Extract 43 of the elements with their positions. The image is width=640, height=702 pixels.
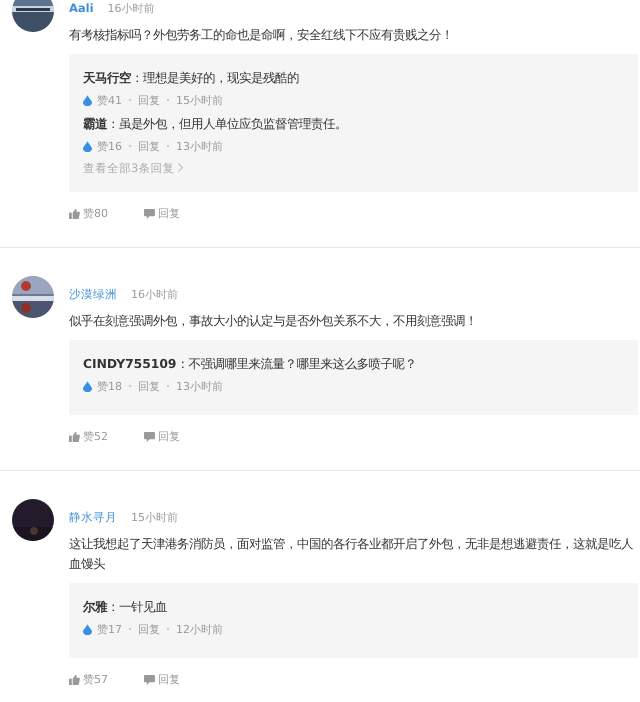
speech-bubble-icon[interactable] (144, 208, 155, 218)
view-all-replies-link[interactable]: 查看全部3条回复 (83, 161, 174, 175)
reply-link[interactable]: 回复 (158, 206, 180, 221)
comment-text: 似乎在刻意强调外包，事故大小的认定与是否外包关系不大，不用刻意强调！ (69, 313, 478, 330)
water-drop-icon (83, 380, 92, 392)
speech-bubble-icon[interactable] (144, 674, 155, 684)
thumbs-up-icon[interactable] (69, 208, 80, 218)
like-count[interactable]: 赞18 (97, 378, 122, 394)
water-drop-icon (83, 140, 92, 152)
water-drop-icon (83, 624, 92, 634)
reply-link[interactable]: 回复 (158, 429, 180, 444)
timestamp: 13小时前 (176, 378, 223, 394)
reply-text: CINDY755109：不强调哪里来流量？哪里来这么多喷子呢？ (83, 356, 418, 373)
like-count[interactable]: 赞16 (97, 138, 122, 154)
timestamp: 16小时前 (108, 1, 155, 16)
reply-text: 霸道：虽是外包，但用人单位应负监督管理责任。 (83, 116, 348, 133)
reply-link[interactable]: 回复 (138, 138, 160, 154)
reply-text: 尔雅：一针见血 (83, 599, 168, 616)
timestamp: 15小时前 (176, 92, 223, 108)
speech-bubble-icon[interactable] (144, 432, 155, 442)
thumbs-up-icon[interactable] (69, 432, 80, 442)
user-name[interactable]: 静水寻月 (69, 510, 117, 525)
reply-text: 天马行空：理想是美好的，现实是残酷的 (83, 70, 300, 87)
timestamp: 12小时前 (176, 622, 223, 636)
reply-link[interactable]: 回复 (158, 672, 180, 687)
like-count[interactable]: 赞80 (83, 206, 108, 221)
timestamp: 13小时前 (176, 138, 223, 154)
chevron-right-icon (178, 163, 183, 172)
user-name[interactable]: Aali (69, 1, 94, 15)
like-count[interactable]: 赞57 (83, 672, 108, 687)
comment-text: 这让我想起了天津港务消防员，面对监管，中国的各行各业都开启了外包，无非是想逃避责任，这就是吃人血馒头 (69, 536, 634, 573)
user-name[interactable]: 沙漠绿洲 (69, 287, 117, 302)
reply-link[interactable]: 回复 (138, 378, 160, 394)
reply-link[interactable]: 回复 (138, 92, 160, 108)
thumbs-up-icon[interactable] (69, 674, 80, 684)
like-count[interactable]: 赞41 (97, 92, 122, 108)
like-count[interactable]: 赞17 (97, 622, 122, 636)
water-drop-icon (83, 94, 92, 106)
reply-link[interactable]: 回复 (138, 622, 160, 636)
timestamp: 16小时前 (131, 287, 178, 302)
comment-text: 有考核指标吗？外包劳务工的命也是命啊，安全红线下不应有贵贱之分！ (69, 27, 454, 44)
like-count[interactable]: 赞52 (83, 429, 108, 444)
timestamp: 15小时前 (131, 510, 178, 525)
